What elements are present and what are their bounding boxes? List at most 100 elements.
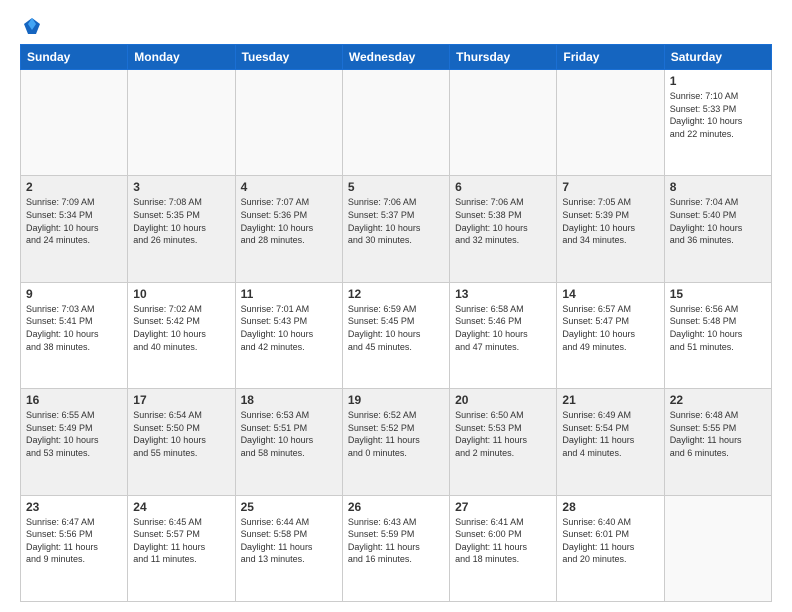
day-number: 2 bbox=[26, 180, 122, 194]
calendar-cell: 19Sunrise: 6:52 AM Sunset: 5:52 PM Dayli… bbox=[342, 389, 449, 495]
weekday-header-monday: Monday bbox=[128, 45, 235, 70]
weekday-header-tuesday: Tuesday bbox=[235, 45, 342, 70]
day-number: 14 bbox=[562, 287, 658, 301]
weekday-header-thursday: Thursday bbox=[450, 45, 557, 70]
header bbox=[20, 16, 772, 36]
day-number: 21 bbox=[562, 393, 658, 407]
day-number: 24 bbox=[133, 500, 229, 514]
day-info: Sunrise: 7:06 AM Sunset: 5:38 PM Dayligh… bbox=[455, 196, 551, 246]
weekday-header-friday: Friday bbox=[557, 45, 664, 70]
day-info: Sunrise: 6:47 AM Sunset: 5:56 PM Dayligh… bbox=[26, 516, 122, 566]
day-number: 4 bbox=[241, 180, 337, 194]
logo-flag-icon bbox=[22, 16, 42, 36]
day-info: Sunrise: 6:58 AM Sunset: 5:46 PM Dayligh… bbox=[455, 303, 551, 353]
day-number: 11 bbox=[241, 287, 337, 301]
day-number: 15 bbox=[670, 287, 766, 301]
day-info: Sunrise: 7:03 AM Sunset: 5:41 PM Dayligh… bbox=[26, 303, 122, 353]
day-info: Sunrise: 6:45 AM Sunset: 5:57 PM Dayligh… bbox=[133, 516, 229, 566]
day-info: Sunrise: 6:50 AM Sunset: 5:53 PM Dayligh… bbox=[455, 409, 551, 459]
calendar-cell: 26 Sunrise: 6:43 AM Sunset: 5:59 PM Dayli… bbox=[342, 495, 449, 601]
day-info: Sunrise: 7:05 AM Sunset: 5:39 PM Dayligh… bbox=[562, 196, 658, 246]
day-number: 26 bbox=[348, 500, 444, 514]
calendar-cell: 21 Sunrise: 6:49 AM Sunset: 5:54 PM Dayli… bbox=[557, 389, 664, 495]
day-number: 22 bbox=[670, 393, 766, 407]
day-number: 6 bbox=[455, 180, 551, 194]
calendar-cell bbox=[450, 70, 557, 176]
calendar-cell: 6 Sunrise: 7:06 AM Sunset: 5:38 PM Daylig… bbox=[450, 176, 557, 282]
calendar-cell bbox=[342, 70, 449, 176]
calendar-cell: 20 Sunrise: 6:50 AM Sunset: 5:53 PM Dayli… bbox=[450, 389, 557, 495]
day-number: 5 bbox=[348, 180, 444, 194]
day-info: Sunrise: 6:48 AM Sunset: 5:55 PM Dayligh… bbox=[670, 409, 766, 459]
calendar-week-row: 2Sunrise: 7:09 AM Sunset: 5:34 PM Daylig… bbox=[21, 176, 772, 282]
calendar-cell bbox=[21, 70, 128, 176]
calendar-cell bbox=[664, 495, 771, 601]
calendar-cell: 13 Sunrise: 6:58 AM Sunset: 5:46 PM Dayli… bbox=[450, 282, 557, 388]
day-info: Sunrise: 7:10 AM Sunset: 5:33 PM Dayligh… bbox=[670, 90, 766, 140]
calendar-cell: 2Sunrise: 7:09 AM Sunset: 5:34 PM Daylig… bbox=[21, 176, 128, 282]
calendar-cell: 15 Sunrise: 6:56 AM Sunset: 5:48 PM Dayli… bbox=[664, 282, 771, 388]
day-number: 8 bbox=[670, 180, 766, 194]
weekday-header-wednesday: Wednesday bbox=[342, 45, 449, 70]
calendar-cell: 11 Sunrise: 7:01 AM Sunset: 5:43 PM Dayli… bbox=[235, 282, 342, 388]
day-info: Sunrise: 7:06 AM Sunset: 5:37 PM Dayligh… bbox=[348, 196, 444, 246]
day-info: Sunrise: 7:08 AM Sunset: 5:35 PM Dayligh… bbox=[133, 196, 229, 246]
day-number: 12 bbox=[348, 287, 444, 301]
day-number: 27 bbox=[455, 500, 551, 514]
day-info: Sunrise: 7:07 AM Sunset: 5:36 PM Dayligh… bbox=[241, 196, 337, 246]
calendar-cell: 3 Sunrise: 7:08 AM Sunset: 5:35 PM Daylig… bbox=[128, 176, 235, 282]
day-info: Sunrise: 6:43 AM Sunset: 5:59 PM Dayligh… bbox=[348, 516, 444, 566]
calendar-cell: 24 Sunrise: 6:45 AM Sunset: 5:57 PM Dayli… bbox=[128, 495, 235, 601]
calendar-cell: 23Sunrise: 6:47 AM Sunset: 5:56 PM Dayli… bbox=[21, 495, 128, 601]
weekday-header-sunday: Sunday bbox=[21, 45, 128, 70]
calendar-week-row: 23Sunrise: 6:47 AM Sunset: 5:56 PM Dayli… bbox=[21, 495, 772, 601]
calendar-week-row: 16 Sunrise: 6:55 AM Sunset: 5:49 PM Dayli… bbox=[21, 389, 772, 495]
day-number: 20 bbox=[455, 393, 551, 407]
calendar-cell: 28 Sunrise: 6:40 AM Sunset: 6:01 PM Dayli… bbox=[557, 495, 664, 601]
day-number: 7 bbox=[562, 180, 658, 194]
day-number: 25 bbox=[241, 500, 337, 514]
calendar-cell: 18Sunrise: 6:53 AM Sunset: 5:51 PM Dayli… bbox=[235, 389, 342, 495]
day-info: Sunrise: 6:57 AM Sunset: 5:47 PM Dayligh… bbox=[562, 303, 658, 353]
day-info: Sunrise: 6:56 AM Sunset: 5:48 PM Dayligh… bbox=[670, 303, 766, 353]
calendar-cell: 5 Sunrise: 7:06 AM Sunset: 5:37 PM Daylig… bbox=[342, 176, 449, 282]
calendar-week-row: 1 Sunrise: 7:10 AM Sunset: 5:33 PM Daylig… bbox=[21, 70, 772, 176]
day-number: 1 bbox=[670, 74, 766, 88]
day-info: Sunrise: 6:54 AM Sunset: 5:50 PM Dayligh… bbox=[133, 409, 229, 459]
calendar-cell: 4 Sunrise: 7:07 AM Sunset: 5:36 PM Daylig… bbox=[235, 176, 342, 282]
calendar-cell: 27 Sunrise: 6:41 AM Sunset: 6:00 PM Dayli… bbox=[450, 495, 557, 601]
calendar-cell: 1 Sunrise: 7:10 AM Sunset: 5:33 PM Daylig… bbox=[664, 70, 771, 176]
calendar-table: SundayMondayTuesdayWednesdayThursdayFrid… bbox=[20, 44, 772, 602]
day-number: 13 bbox=[455, 287, 551, 301]
day-info: Sunrise: 6:41 AM Sunset: 6:00 PM Dayligh… bbox=[455, 516, 551, 566]
day-info: Sunrise: 7:04 AM Sunset: 5:40 PM Dayligh… bbox=[670, 196, 766, 246]
day-number: 17 bbox=[133, 393, 229, 407]
weekday-header-saturday: Saturday bbox=[664, 45, 771, 70]
day-number: 19 bbox=[348, 393, 444, 407]
calendar-cell: 12 Sunrise: 6:59 AM Sunset: 5:45 PM Dayli… bbox=[342, 282, 449, 388]
calendar-cell: 16 Sunrise: 6:55 AM Sunset: 5:49 PM Dayli… bbox=[21, 389, 128, 495]
calendar-cell: 9Sunrise: 7:03 AM Sunset: 5:41 PM Daylig… bbox=[21, 282, 128, 388]
day-info: Sunrise: 6:40 AM Sunset: 6:01 PM Dayligh… bbox=[562, 516, 658, 566]
calendar-cell: 22 Sunrise: 6:48 AM Sunset: 5:55 PM Dayli… bbox=[664, 389, 771, 495]
day-info: Sunrise: 6:55 AM Sunset: 5:49 PM Dayligh… bbox=[26, 409, 122, 459]
day-info: Sunrise: 7:02 AM Sunset: 5:42 PM Dayligh… bbox=[133, 303, 229, 353]
page: SundayMondayTuesdayWednesdayThursdayFrid… bbox=[0, 0, 792, 612]
day-info: Sunrise: 6:49 AM Sunset: 5:54 PM Dayligh… bbox=[562, 409, 658, 459]
calendar-cell: 7 Sunrise: 7:05 AM Sunset: 5:39 PM Daylig… bbox=[557, 176, 664, 282]
logo bbox=[20, 16, 42, 36]
calendar-cell bbox=[128, 70, 235, 176]
day-info: Sunrise: 7:01 AM Sunset: 5:43 PM Dayligh… bbox=[241, 303, 337, 353]
day-number: 16 bbox=[26, 393, 122, 407]
day-number: 28 bbox=[562, 500, 658, 514]
calendar-cell: 14 Sunrise: 6:57 AM Sunset: 5:47 PM Dayli… bbox=[557, 282, 664, 388]
calendar-cell bbox=[235, 70, 342, 176]
day-number: 3 bbox=[133, 180, 229, 194]
day-number: 18 bbox=[241, 393, 337, 407]
weekday-header-row: SundayMondayTuesdayWednesdayThursdayFrid… bbox=[21, 45, 772, 70]
day-info: Sunrise: 6:59 AM Sunset: 5:45 PM Dayligh… bbox=[348, 303, 444, 353]
calendar-cell bbox=[557, 70, 664, 176]
calendar-cell: 10Sunrise: 7:02 AM Sunset: 5:42 PM Dayli… bbox=[128, 282, 235, 388]
day-info: Sunrise: 6:44 AM Sunset: 5:58 PM Dayligh… bbox=[241, 516, 337, 566]
calendar-cell: 25 Sunrise: 6:44 AM Sunset: 5:58 PM Dayli… bbox=[235, 495, 342, 601]
